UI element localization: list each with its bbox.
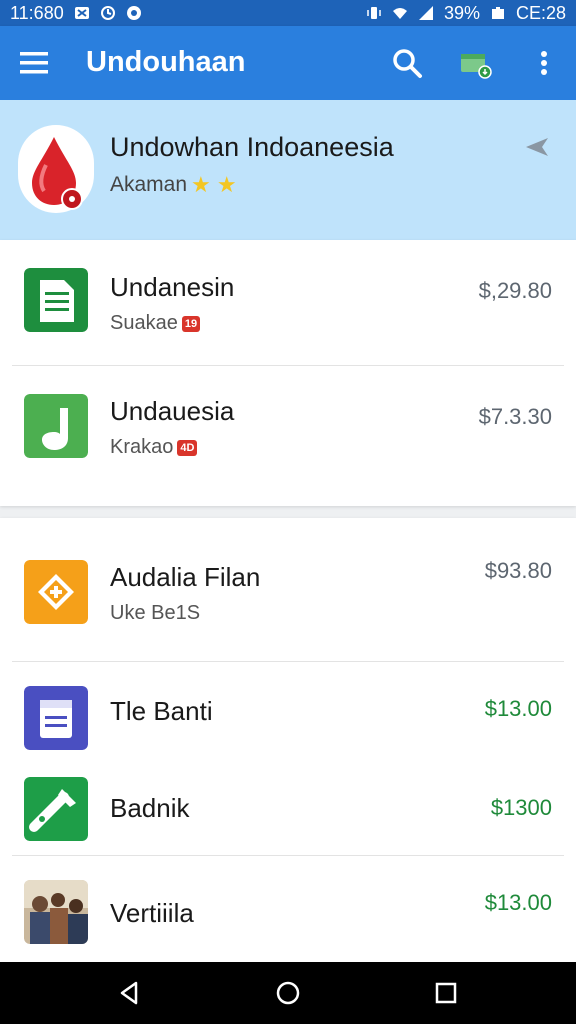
back-icon[interactable] — [116, 979, 144, 1007]
notepad-icon — [24, 686, 88, 750]
list-item[interactable]: Undanesin Suakae 19 $,29.80 — [0, 240, 576, 365]
app-name: Vertiiila — [110, 898, 194, 928]
blood-drop-logo-icon — [18, 125, 94, 213]
app-sub: Suakae 19 — [110, 312, 201, 335]
battery-percent: 39% — [443, 2, 480, 23]
app-name: Audalia Filan — [110, 562, 261, 592]
vibrate-icon — [366, 5, 382, 21]
pin-icon[interactable] — [522, 132, 552, 162]
list-item[interactable]: Badnik $1300 — [0, 759, 576, 855]
film-icon — [24, 560, 88, 624]
rating-stars: ★ ★ — [191, 172, 237, 197]
tool-icon — [24, 777, 88, 841]
document-icon — [24, 268, 88, 332]
app-developer: Uke Be1S — [110, 602, 201, 624]
battery-icon — [490, 5, 506, 21]
app-price: $13.00 — [484, 696, 552, 721]
status-clock: CE:28 — [515, 2, 566, 23]
app-price: $7.3.30 — [478, 404, 552, 429]
wifi-icon — [392, 5, 408, 21]
recents-icon[interactable] — [432, 979, 460, 1007]
app-list-card-1: Undanesin Suakae 19 $,29.80 Undauesia Kr… — [0, 240, 576, 506]
list-item[interactable]: Audalia Filan Uke Be1S $93.80 — [0, 518, 576, 661]
app-name: Tle Banti — [110, 696, 213, 726]
sync-icon — [100, 5, 116, 21]
app-list-card-2: Audalia Filan Uke Be1S $93.80 Tle Banti … — [0, 518, 576, 964]
app-title: Undouhaan — [86, 46, 246, 78]
app-sub: Krakao 4D — [110, 436, 198, 459]
notification-icon — [74, 5, 90, 21]
status-bar: 11:680 39% CE:28 — [0, 0, 576, 26]
app-name: Undanesin — [110, 272, 235, 302]
app-developer: Suakae — [110, 312, 178, 334]
list-item[interactable]: Tle Banti $13.00 — [0, 662, 576, 759]
search-icon[interactable] — [390, 46, 424, 80]
content-rating-badge: 4D — [177, 439, 198, 456]
app-price: $1300 — [490, 795, 552, 820]
app-price: $93.80 — [484, 558, 552, 583]
content-rating-badge: 19 — [181, 315, 201, 332]
download-card-icon[interactable] — [458, 46, 492, 80]
featured-subtitle-text: Akaman — [110, 173, 188, 196]
photo-icon — [24, 880, 88, 944]
featured-banner[interactable]: Undowhan Indoaneesia Akaman ★ ★ — [0, 100, 576, 240]
app-price: $13.00 — [484, 890, 552, 915]
featured-subtitle: Akaman ★ ★ — [110, 172, 237, 198]
list-item[interactable]: Undauesia Krakao 4D $7.3.30 — [0, 366, 576, 496]
menu-icon[interactable] — [20, 50, 50, 76]
app-name: Undauesia — [110, 396, 235, 426]
app-name: Badnik — [110, 793, 190, 823]
home-icon[interactable] — [274, 979, 302, 1007]
navigation-bar — [0, 962, 576, 1024]
status-time: 11:680 — [10, 2, 64, 23]
message-icon — [126, 5, 142, 21]
app-bar: Undouhaan — [0, 26, 576, 100]
app-developer: Krakao — [110, 436, 174, 458]
featured-title: Undowhan Indoaneesia — [110, 132, 394, 162]
signal-icon — [418, 5, 434, 21]
more-vert-icon[interactable] — [527, 46, 561, 80]
list-item[interactable]: Vertiiila $13.00 — [0, 856, 576, 964]
music-note-icon — [24, 394, 88, 458]
app-price: $,29.80 — [478, 278, 552, 303]
